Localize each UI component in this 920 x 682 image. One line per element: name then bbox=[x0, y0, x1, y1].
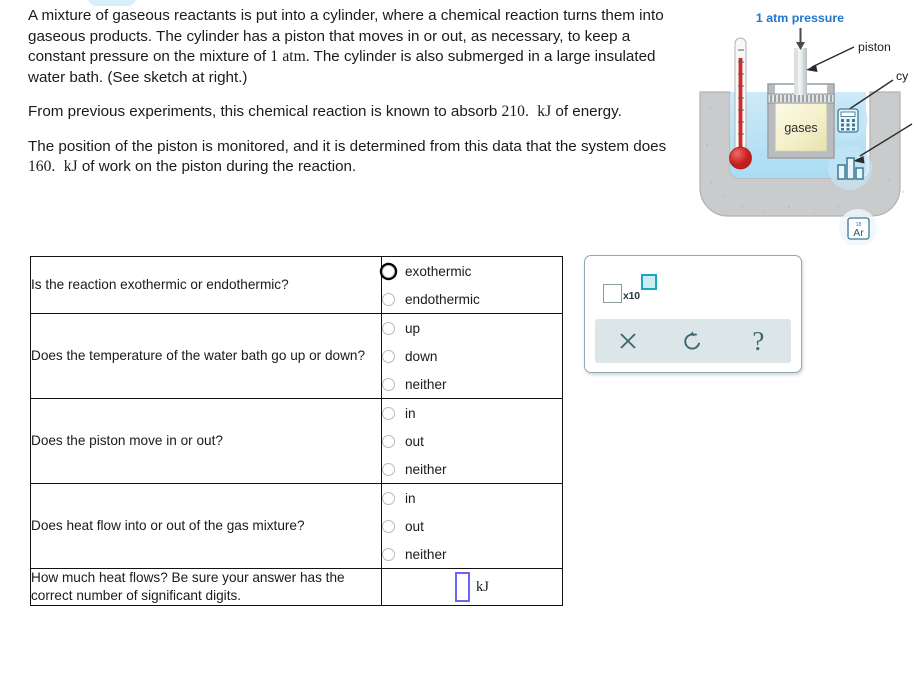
radio-label: exothermic bbox=[405, 263, 472, 279]
radio-option-out[interactable]: out bbox=[382, 512, 562, 540]
question-cell: Is the reaction exothermic or endothermi… bbox=[30, 256, 382, 314]
statement-p2-text-b: of energy. bbox=[551, 103, 622, 120]
question-cell: How much heat flows? Be sure your answer… bbox=[30, 568, 382, 606]
radio-option-up[interactable]: up bbox=[382, 314, 562, 342]
radio-button-exothermic[interactable] bbox=[382, 264, 395, 278]
sci-mantissa-box bbox=[603, 284, 622, 303]
undo-button[interactable] bbox=[670, 322, 716, 360]
radio-label: endothermic bbox=[405, 291, 480, 307]
answer-cell: kJ bbox=[381, 568, 563, 606]
radio-label: neither bbox=[405, 376, 447, 392]
heat-value-input[interactable] bbox=[455, 572, 471, 602]
radio-option-out[interactable]: out bbox=[382, 427, 562, 455]
cylinder bbox=[767, 48, 835, 159]
experiment-sketch: gases 1 atm pressure piston cy 18 Ar bbox=[690, 0, 920, 245]
unit-label: kJ bbox=[476, 578, 489, 595]
answer-cell: in out neither bbox=[381, 483, 563, 569]
sci-exponent-box bbox=[640, 274, 657, 290]
answer-toolbar-panel: x10 ? bbox=[584, 255, 802, 373]
statement-p3-value: 160. bbox=[28, 158, 56, 175]
statement-p2-value: 210. bbox=[501, 103, 529, 120]
help-button[interactable]: ? bbox=[735, 322, 781, 360]
statement-p1-pressure-value: 1 bbox=[270, 48, 279, 65]
radio-label: in bbox=[405, 490, 416, 506]
sci-notation-row: x10 bbox=[603, 270, 657, 306]
radio-label: up bbox=[405, 320, 421, 336]
calculator-icon bbox=[837, 108, 859, 133]
answer-table-body: Is the reaction exothermic or endothermi… bbox=[30, 256, 563, 606]
question-cell: Does the piston move in or out? bbox=[30, 398, 382, 484]
close-icon bbox=[619, 333, 636, 349]
question-cell: Does heat flow into or out of the gas mi… bbox=[30, 483, 382, 569]
radio-button-endothermic[interactable] bbox=[382, 292, 395, 306]
radio-option-in[interactable]: in bbox=[382, 484, 562, 512]
radio-button-out[interactable] bbox=[382, 519, 395, 533]
table-row: Is the reaction exothermic or endothermi… bbox=[30, 256, 563, 314]
radio-label: neither bbox=[405, 546, 447, 562]
statement-p3-text-a: The position of the piston is monitored,… bbox=[28, 137, 667, 155]
statement-paragraph-2: From previous experiments, this chemical… bbox=[28, 102, 688, 123]
radio-button-up[interactable] bbox=[382, 321, 395, 335]
statement-p2-unit: kJ bbox=[537, 103, 552, 120]
answer-cell: exothermic endothermic bbox=[381, 256, 563, 314]
pressure-label: 1 atm pressure bbox=[756, 11, 844, 25]
pressure-arrow bbox=[796, 28, 805, 50]
question-mark-icon: ? bbox=[752, 325, 765, 356]
question-cell: Does the temperature of the water bath g… bbox=[30, 313, 382, 399]
piston-label: piston bbox=[858, 40, 891, 54]
toolbar-footer: ? bbox=[595, 319, 791, 363]
radio-label: down bbox=[405, 348, 438, 364]
radio-button-down[interactable] bbox=[382, 349, 395, 363]
statement-p1-pressure-unit: atm. bbox=[282, 48, 310, 65]
radio-button-neither[interactable] bbox=[382, 377, 395, 391]
cylinder-label: cy bbox=[896, 69, 909, 83]
statement-paragraph-1: A mixture of gaseous reactants is put in… bbox=[28, 6, 688, 88]
radio-option-neither[interactable]: neither bbox=[382, 370, 562, 398]
answer-cell: up down neither bbox=[381, 313, 563, 399]
element-symbol: Ar bbox=[853, 227, 864, 239]
statement-p3-text-b: of work on the piston during the reactio… bbox=[77, 158, 357, 175]
radio-button-in[interactable] bbox=[382, 406, 395, 420]
table-row: Does the temperature of the water bath g… bbox=[30, 313, 563, 399]
radio-button-neither[interactable] bbox=[382, 462, 395, 476]
radio-option-neither[interactable]: neither bbox=[382, 540, 562, 568]
radio-option-neither[interactable]: neither bbox=[382, 455, 562, 483]
answer-cell: in out neither bbox=[381, 398, 563, 484]
radio-label: neither bbox=[405, 461, 447, 477]
numeric-answer-wrapper: kJ bbox=[382, 572, 562, 602]
statement-p3-unit: kJ bbox=[63, 158, 78, 175]
statement-p2-text-a: From previous experiments, this chemical… bbox=[28, 103, 502, 120]
statement-paragraph-3: The position of the piston is monitored,… bbox=[28, 137, 688, 178]
piston-pointer bbox=[806, 46, 855, 72]
radio-button-out[interactable] bbox=[382, 434, 395, 448]
undo-icon bbox=[684, 331, 700, 350]
radio-option-down[interactable]: down bbox=[382, 342, 562, 370]
radio-option-endothermic[interactable]: endothermic bbox=[382, 285, 562, 313]
table-row: How much heat flows? Be sure your answer… bbox=[30, 568, 563, 606]
radio-option-in[interactable]: in bbox=[382, 399, 562, 427]
scientific-notation-button[interactable]: x10 bbox=[603, 270, 657, 304]
radio-label: out bbox=[405, 518, 424, 534]
gases-label: gases bbox=[784, 121, 817, 135]
problem-statement: A mixture of gaseous reactants is put in… bbox=[28, 6, 688, 178]
clear-button[interactable] bbox=[605, 322, 651, 360]
radio-button-in[interactable] bbox=[382, 491, 395, 505]
table-row: Does the piston move in or out? in out neit… bbox=[30, 398, 563, 484]
radio-button-neither[interactable] bbox=[382, 547, 395, 561]
table-row: Does heat flow into or out of the gas mi… bbox=[30, 483, 563, 569]
piston-rod bbox=[794, 48, 807, 95]
answer-table: Is the reaction exothermic or endothermi… bbox=[30, 256, 563, 606]
sci-x10-label: x10 bbox=[623, 290, 640, 302]
piston-plate bbox=[767, 93, 835, 104]
radio-label: in bbox=[405, 405, 416, 421]
radio-option-exothermic[interactable]: exothermic bbox=[382, 257, 562, 285]
radio-label: out bbox=[405, 433, 424, 449]
